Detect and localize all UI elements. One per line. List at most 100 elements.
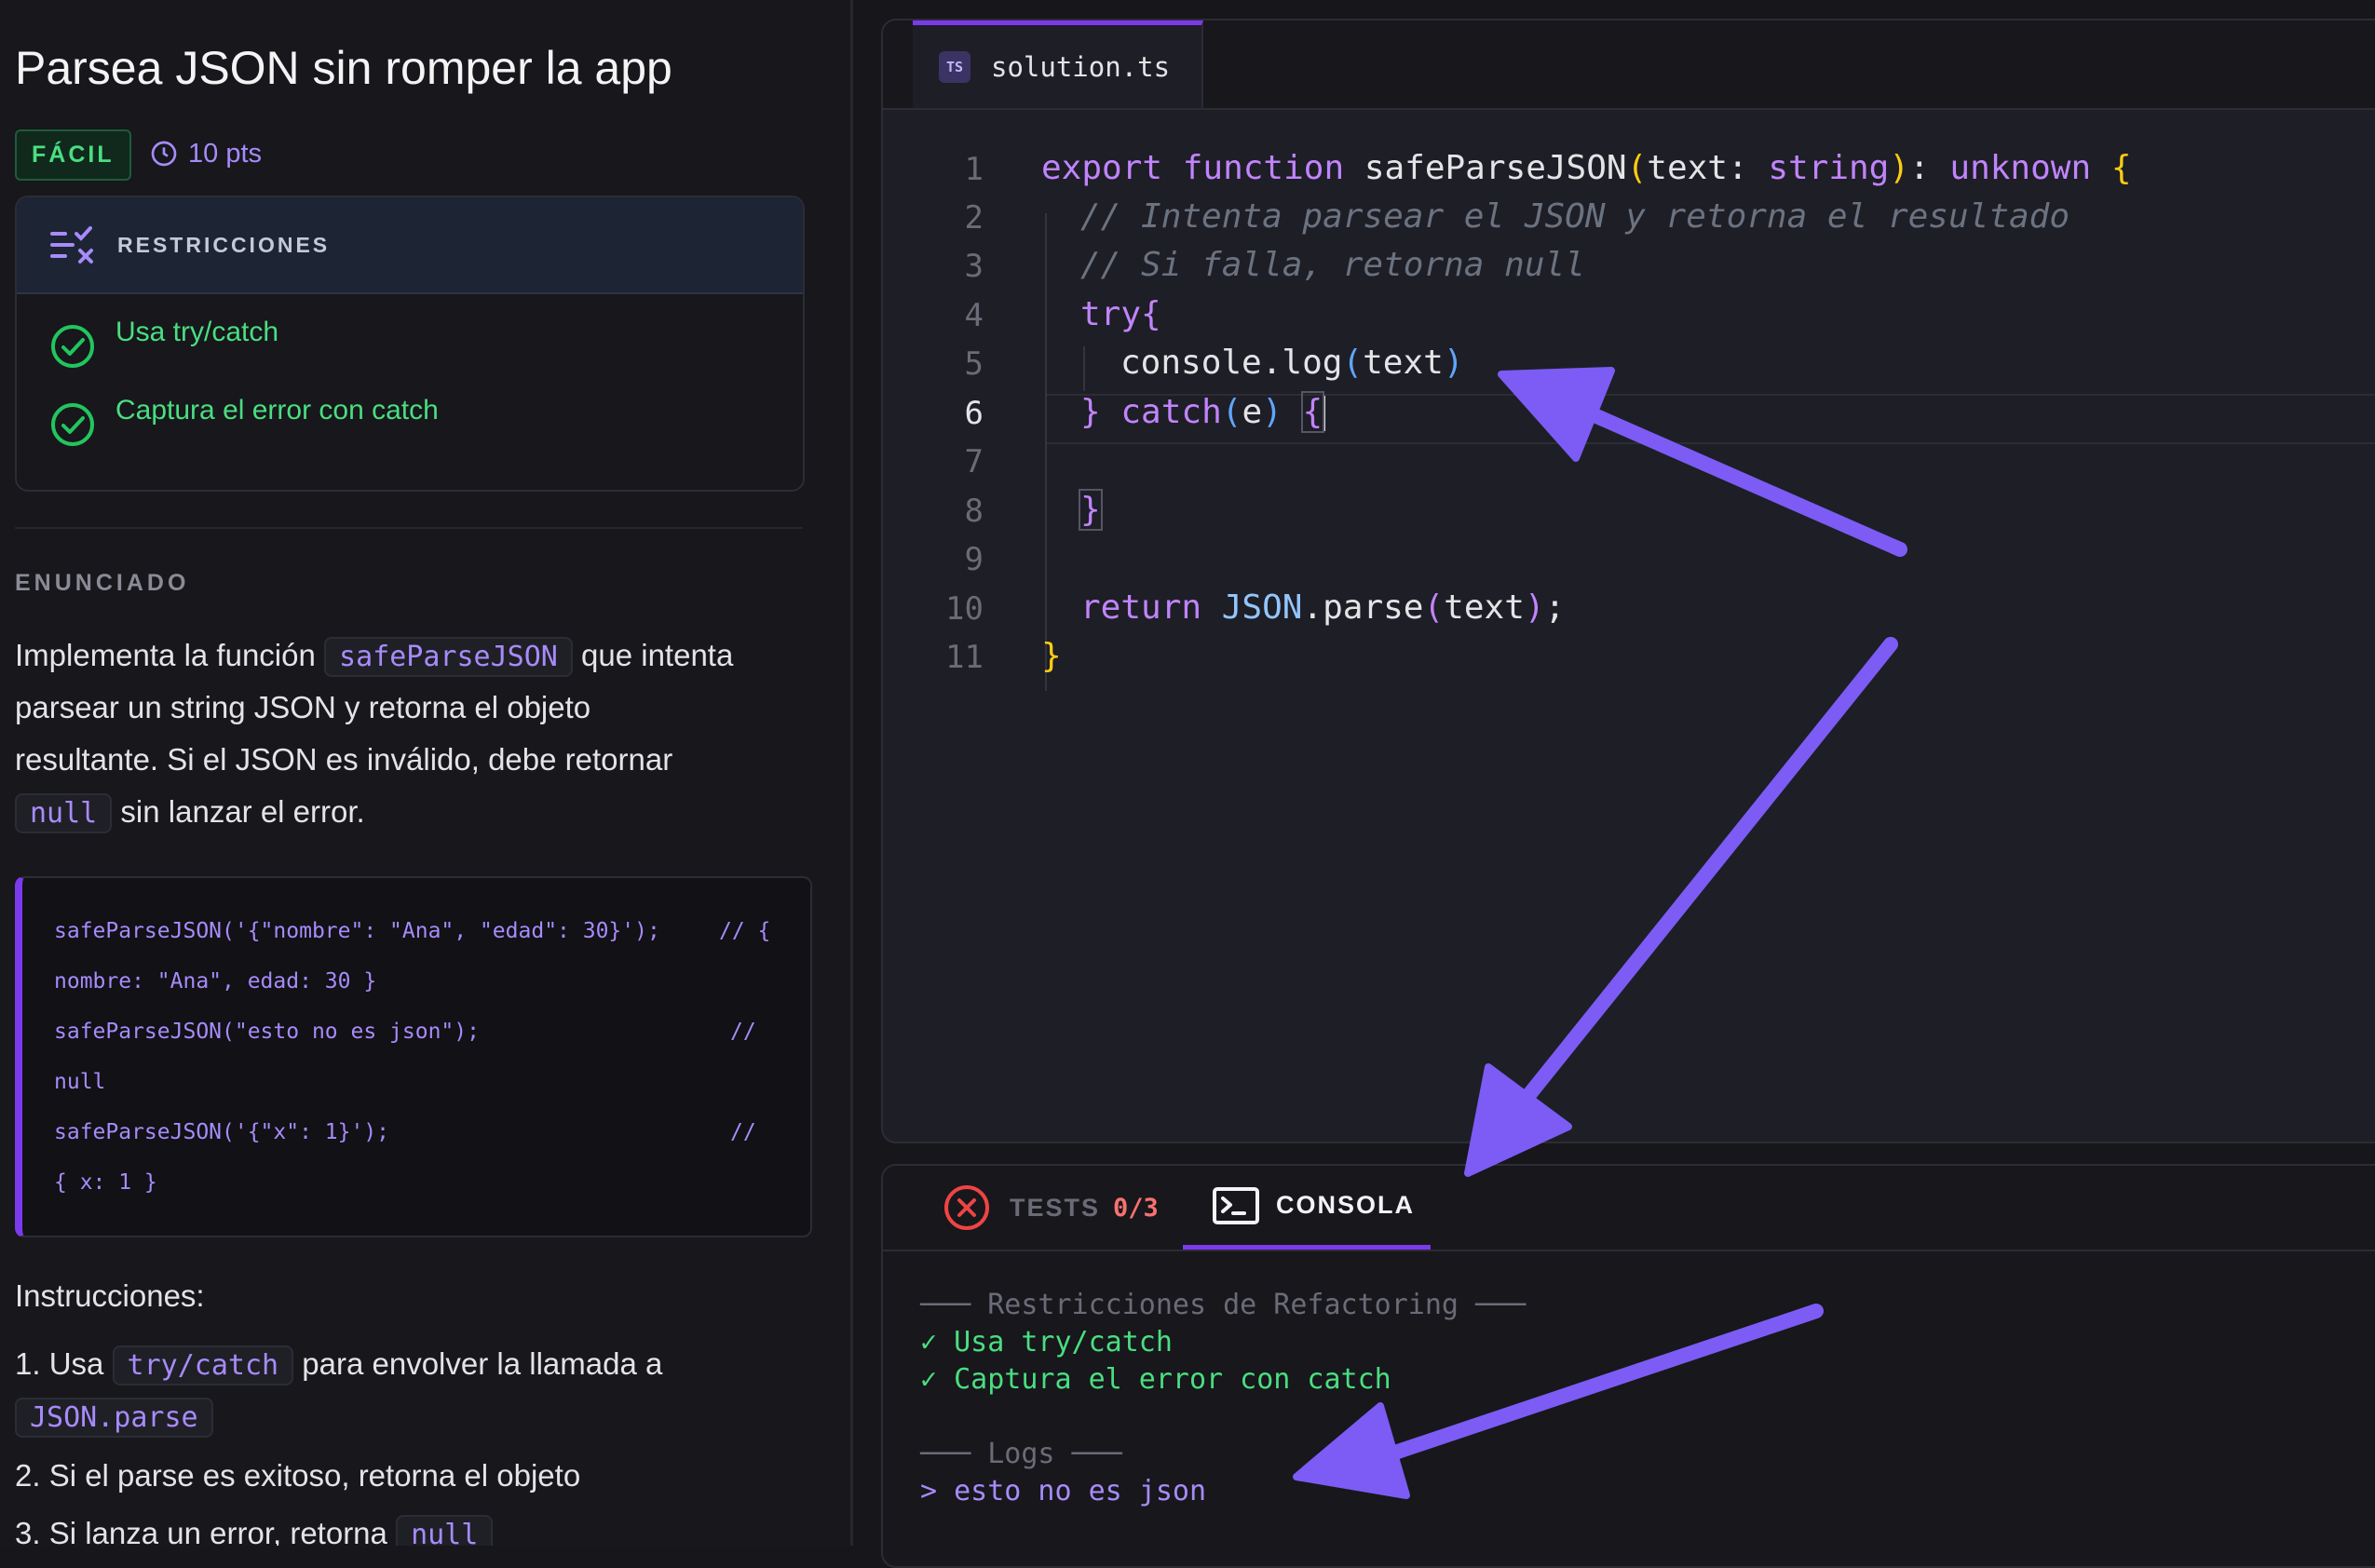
console-tab-label: CONSOLA [1276, 1191, 1415, 1219]
problem-title: Parsea JSON sin romper la app [15, 42, 672, 94]
error-circle-icon [944, 1185, 989, 1230]
example-comment: // { [719, 919, 771, 943]
keyword: function [1182, 149, 1345, 187]
line-number: 3 [964, 248, 984, 285]
code-comment[interactable]: // Intenta parsear el JSON y retorna el … [1080, 197, 2070, 236]
punct: ; [1544, 588, 1566, 627]
instruction-text: 1. Usa [15, 1346, 104, 1381]
identifier: text [1363, 344, 1444, 382]
statement-text: parsear un string JSON y retorna el obje… [15, 690, 591, 724]
tab-tests[interactable]: TESTS 0/3 [943, 1166, 1159, 1250]
bracket: { [1141, 295, 1161, 333]
line-number: 4 [964, 297, 984, 334]
check-circle-icon [51, 403, 94, 446]
restriction-label: Captura el error con catch [115, 395, 439, 426]
bracket: { [2110, 149, 2132, 187]
statement-text: sin lanzar el error. [120, 794, 365, 829]
bracket-match: { [1300, 391, 1325, 433]
example-line: nombre: "Ana", edad: 30 } [54, 969, 377, 994]
divider [15, 527, 803, 529]
statement-text: resultante. Si el JSON es inválido, debe… [15, 742, 673, 777]
example-comment: // [730, 1120, 756, 1144]
restrictions-header: RESTRICCIONES [17, 197, 803, 294]
punct: : [1909, 149, 1950, 187]
restriction-item: Captura el error con catch [48, 395, 439, 449]
function-name: safeParseJSON [1364, 149, 1627, 187]
code-editor[interactable]: TS solution.ts 1 2 3 4 5 6 7 8 9 10 11 e… [881, 19, 2375, 1143]
tests-tab-label: TESTS [1010, 1193, 1101, 1222]
line-number: 10 [945, 590, 984, 628]
editor-tab-bar: TS solution.ts [883, 20, 2375, 110]
code-line[interactable]: try{ [1080, 295, 1161, 333]
console-ok-line: ✓ Captura el error con catch [920, 1363, 1391, 1396]
text-cursor [1323, 396, 1326, 431]
method: .parse [1302, 588, 1424, 627]
bracket-match: } [1079, 489, 1103, 531]
restrictions-title: RESTRICCIONES [117, 232, 331, 257]
panel-resize-handle[interactable] [850, 0, 853, 1546]
tests-count: 0/3 [1113, 1193, 1159, 1223]
restrictions-card: RESTRICCIONES Usa try/catch Captura el e… [15, 196, 805, 492]
code-line[interactable]: return JSON.parse(text); [1080, 588, 1565, 627]
statement-text: Implementa la función [15, 638, 316, 672]
bracket: ) [1443, 344, 1464, 382]
instruction-text: para envolver la llamada a [302, 1346, 663, 1381]
bracket: ( [1221, 393, 1242, 431]
restriction-label: Usa try/catch [115, 317, 279, 347]
restriction-item: Usa try/catch [48, 317, 278, 371]
bracket: ) [1524, 588, 1545, 627]
code-line[interactable]: } [1041, 637, 1062, 675]
code-line[interactable]: console.log(text) [1120, 344, 1464, 382]
instruction-item: 2. Si el parse es exitoso, retorna el ob… [15, 1458, 581, 1493]
example-line: safeParseJSON('{"nombre": "Ana", "edad":… [54, 919, 660, 943]
code-line[interactable]: } [1079, 489, 1103, 531]
line-number: 8 [964, 493, 984, 530]
example-line: safeParseJSON("esto no es json"); [54, 1020, 480, 1044]
keyword: catch [1120, 393, 1222, 431]
difficulty-badge: FÁCIL [15, 129, 131, 181]
inline-code: null [15, 793, 113, 833]
line-number: 2 [964, 199, 984, 237]
tab-console[interactable]: CONSOLA [1183, 1166, 1431, 1250]
param: text: [1647, 149, 1769, 187]
bracket: ) [1889, 149, 1910, 187]
example-line: { x: 1 } [54, 1170, 157, 1195]
console-log-line: > esto no es json [920, 1475, 1207, 1507]
identifier: JSON [1221, 588, 1303, 627]
example-line: safeParseJSON('{"x": 1}'); [54, 1120, 390, 1144]
code-comment[interactable]: // Si falla, retorna null [1080, 246, 1585, 284]
points-indicator: 10 pts [149, 137, 262, 170]
console-section-header: ─── Restricciones de Refactoring ─── [920, 1289, 1527, 1321]
instruction-item: 3. Si lanza un error, retorna null [15, 1515, 494, 1546]
code-line[interactable]: export function safeParseJSON(text: stri… [1041, 149, 2132, 187]
typescript-file-icon: TS [939, 50, 970, 83]
tab-filename: solution.ts [991, 50, 1171, 83]
line-number-active: 6 [964, 395, 984, 432]
console-section-header: ─── Logs ─── [920, 1438, 1122, 1470]
example-comment: // [730, 1020, 756, 1044]
keyword: export [1041, 149, 1163, 187]
line-number: 5 [964, 345, 984, 383]
method: .log [1261, 344, 1343, 382]
bracket: ( [1626, 149, 1648, 187]
line-number: 9 [964, 541, 984, 578]
restrictions-list-icon [50, 226, 93, 264]
statement-text: que intenta [581, 638, 734, 672]
example-line: null [54, 1070, 106, 1094]
example-code-block: safeParseJSON('{"nombre": "Ana", "edad":… [15, 876, 812, 1237]
tab-solution-ts[interactable]: TS solution.ts [913, 20, 1203, 108]
indent-guide [1045, 213, 1047, 691]
output-tab-bar: TESTS 0/3 CONSOLA [883, 1166, 2375, 1251]
inline-code: try/catch [112, 1345, 294, 1386]
code-line[interactable]: } catch(e) { [1080, 391, 1326, 433]
output-panel: TESTS 0/3 CONSOLA ─── Restricciones de R… [881, 1164, 2375, 1568]
points-value: 10 pts [188, 138, 262, 169]
type: unknown [1949, 149, 2092, 187]
statement-section-label: ENUNCIADO [15, 570, 190, 596]
bracket: } [1080, 393, 1101, 431]
instruction-item: 1. Usa try/catch para envolver la llamad… [15, 1345, 663, 1386]
inline-code: safeParseJSON [324, 637, 573, 677]
instruction-text: 3. Si lanza un error, retorna [15, 1516, 387, 1546]
indent-guide [1083, 346, 1085, 391]
bracket: ) [1262, 393, 1282, 431]
